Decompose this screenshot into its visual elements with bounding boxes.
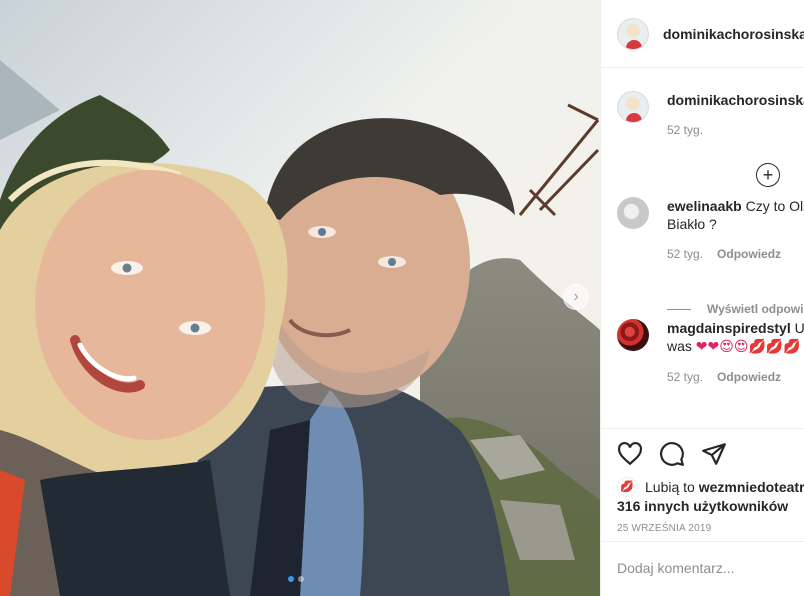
chevron-right-icon: › <box>573 288 579 305</box>
comment-text: Uw <box>794 320 804 336</box>
commenter-avatar[interactable] <box>617 319 649 351</box>
carousel-dot-2 <box>298 576 304 582</box>
comment-input[interactable] <box>617 560 804 576</box>
comment-emojis: ❤❤😍😍💋💋💋 <box>695 339 801 355</box>
comment-time[interactable]: 52 tyg. <box>667 368 703 386</box>
caption: dominikachorosinska 52 tyg. <box>601 69 804 139</box>
replies-divider <box>667 308 691 310</box>
carousel-indicator <box>288 576 304 582</box>
liker-avatar[interactable]: 💋 <box>617 477 637 497</box>
likes-summary: 💋 Lubią to wezmniedoteatru 316 innych uż… <box>601 477 804 515</box>
post-photo[interactable]: › <box>0 0 600 596</box>
post-header: dominikachorosinska <box>601 0 804 68</box>
comment-text: Czy to Ols <box>745 198 804 214</box>
post-side-panel: dominikachorosinska dominikachorosinska … <box>600 0 804 596</box>
post-actions: 💋 Lubią to wezmniedoteatru 316 innych uż… <box>601 428 804 534</box>
author-avatar[interactable] <box>617 17 649 50</box>
caption-avatar[interactable] <box>617 91 649 123</box>
share-icon[interactable] <box>701 441 727 467</box>
reply-button[interactable]: Odpowiedz <box>717 245 781 263</box>
add-icon[interactable]: + <box>756 163 780 187</box>
caption-username[interactable]: dominikachorosinska <box>667 91 804 109</box>
comment-time[interactable]: 52 tyg. <box>667 245 703 263</box>
heart-icon[interactable] <box>617 441 643 467</box>
likes-others-link[interactable]: 316 innych użytkowników <box>617 498 788 514</box>
post-date[interactable]: 25 września 2019 <box>601 523 804 534</box>
comment-username[interactable]: ewelinaakb <box>667 198 742 214</box>
view-replies-label: Wyświetl odpowie <box>707 302 804 316</box>
comment-icon[interactable] <box>659 441 685 467</box>
comment-username[interactable]: magdainspiredstyl <box>667 320 791 336</box>
carousel-next-button[interactable]: › <box>563 284 589 310</box>
commenter-avatar[interactable] <box>617 197 649 229</box>
selfie-scene <box>0 0 600 596</box>
comment-text-line-2: Biakło ? <box>667 216 717 232</box>
liker-username[interactable]: wezmniedoteatru <box>699 479 804 495</box>
view-replies-button[interactable]: Wyświetl odpowie <box>667 302 804 316</box>
caption-time[interactable]: 52 tyg. <box>667 121 703 139</box>
author-username[interactable]: dominikachorosinska <box>663 26 804 42</box>
carousel-dot-1 <box>288 576 294 582</box>
likes-prefix: Lubią to <box>645 479 695 495</box>
comments-list: dominikachorosinska 52 tyg. ewelinaakb C… <box>601 69 804 386</box>
add-comment-box <box>601 541 804 596</box>
reply-button[interactable]: Odpowiedz <box>717 368 781 386</box>
comment-item: magdainspiredstyl Uw was ❤❤😍😍💋💋💋 52 tyg.… <box>601 263 804 386</box>
comment-text-line-2: was <box>667 338 692 354</box>
instagram-post: › dominikachorosinska dominikachorosinsk… <box>0 0 804 596</box>
comment-item: ewelinaakb Czy to Ols Biakło ? 52 tyg. O… <box>601 139 804 263</box>
